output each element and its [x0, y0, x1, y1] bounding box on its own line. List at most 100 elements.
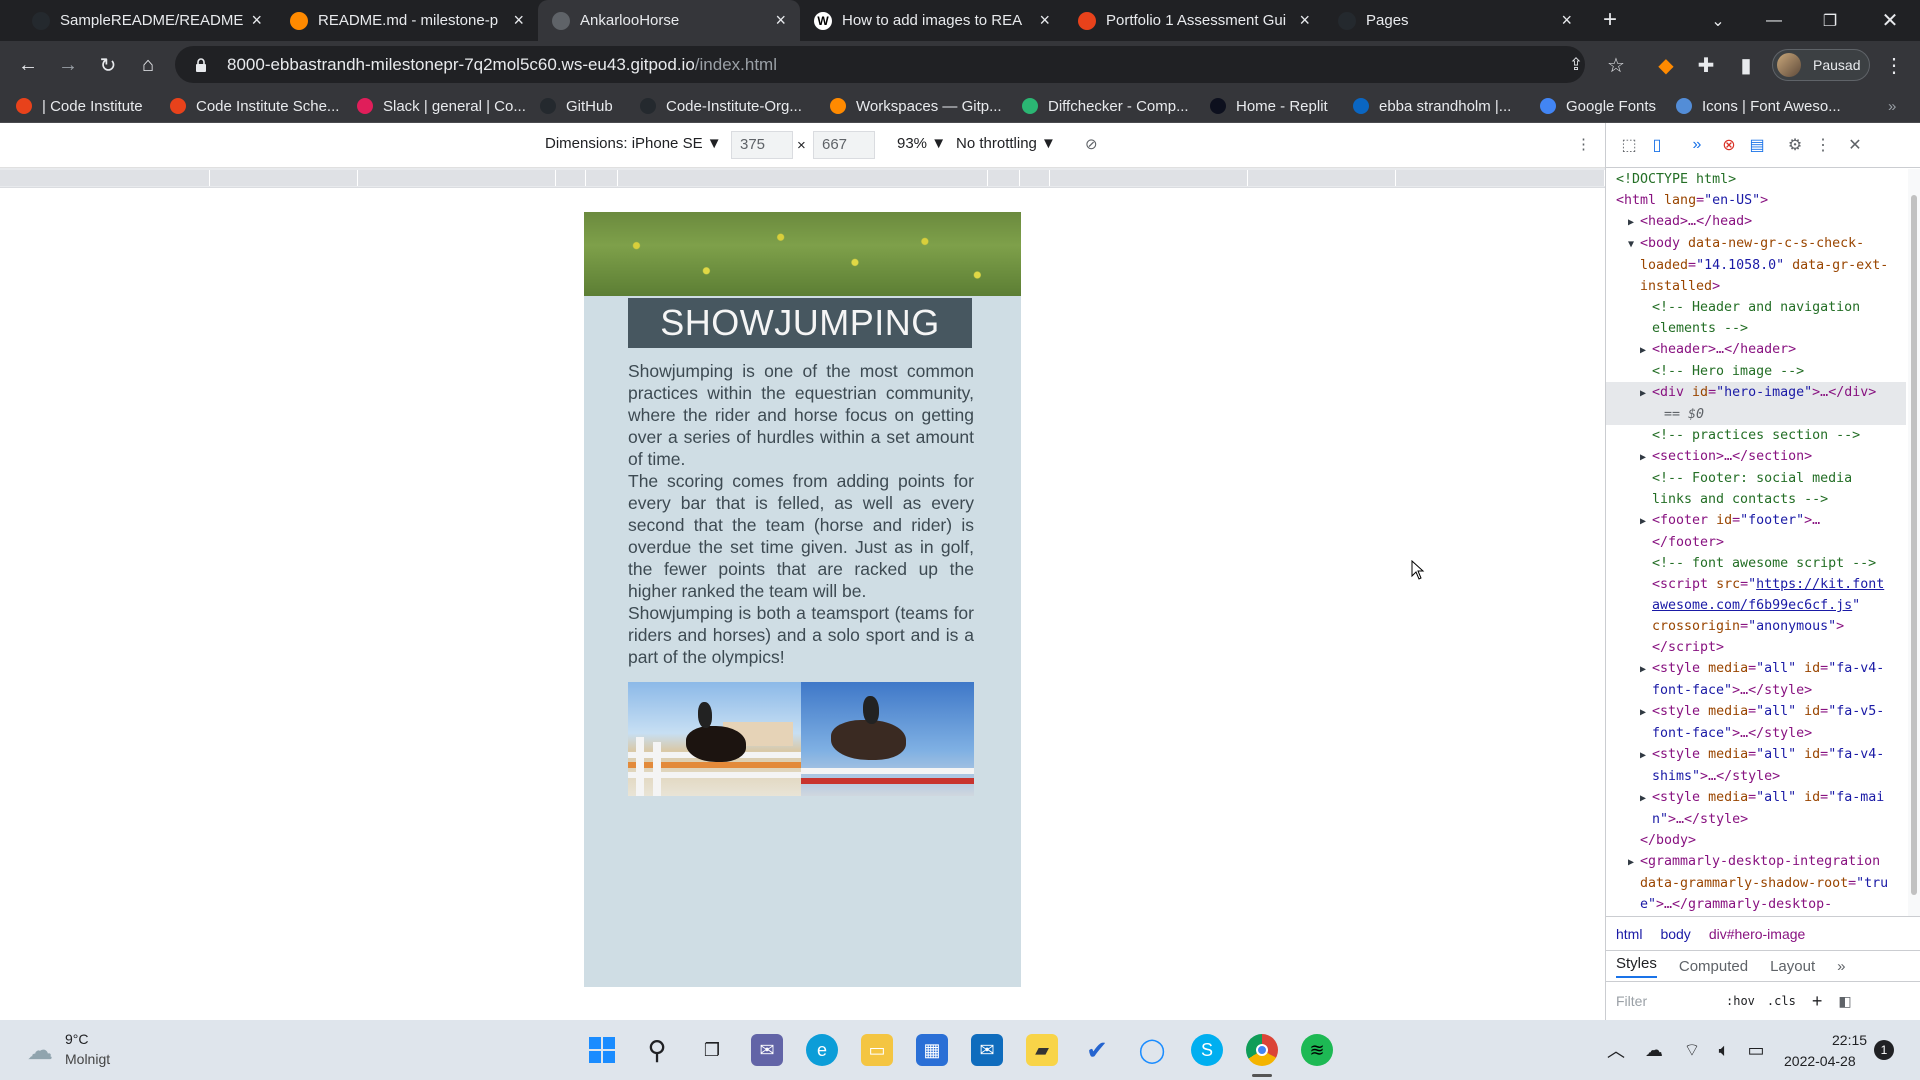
bookmark-item[interactable]: Diffchecker - Comp... — [1022, 95, 1189, 117]
tab-styles[interactable]: Styles — [1616, 955, 1657, 978]
close-tab-icon[interactable]: × — [775, 10, 786, 31]
dom-node-line[interactable]: n">…</style> — [1606, 809, 1906, 830]
profile-button[interactable]: Pausad — [1772, 49, 1870, 81]
new-style-rule-button[interactable]: + — [1812, 991, 1823, 1012]
home-icon[interactable]: ⌂ — [134, 51, 162, 79]
tab-more[interactable]: » — [1837, 958, 1845, 975]
dom-node-line[interactable]: ▶ <grammarly-desktop-integration — [1606, 851, 1906, 873]
dom-node-line[interactable]: <script src="https://kit.font — [1606, 574, 1906, 595]
file-explorer-icon[interactable]: ▭ — [861, 1034, 893, 1066]
back-icon[interactable]: ← — [14, 51, 42, 79]
spotify-icon[interactable]: ≋ — [1301, 1034, 1333, 1066]
tab-layout[interactable]: Layout — [1770, 958, 1815, 975]
lock-icon[interactable] — [195, 57, 207, 72]
bookmark-item[interactable]: Google Fonts — [1540, 95, 1656, 117]
dom-node-line[interactable]: elements --> — [1606, 318, 1906, 339]
devtools-menu-icon[interactable]: ⋮ — [1812, 134, 1834, 156]
elements-dom-tree[interactable]: <!DOCTYPE html> <html lang="en-US"> ▶ <head… — [1606, 169, 1906, 916]
dom-node-line[interactable]: <html lang="en-US"> — [1606, 190, 1906, 211]
share-icon[interactable]: ⇪ — [1562, 51, 1590, 79]
toggle-sidebar-icon[interactable]: ◧ — [1838, 993, 1851, 1010]
dom-tree-scrollbar[interactable] — [1908, 169, 1920, 916]
todo-icon[interactable]: ✔ — [1081, 1034, 1113, 1066]
dom-node-line[interactable]: installed> — [1606, 276, 1906, 297]
dom-node-line[interactable]: <!-- Header and navigation — [1606, 297, 1906, 318]
weather-cloud-icon[interactable]: ☁ — [24, 1034, 56, 1066]
url-text[interactable]: 8000-ebbastrandh-milestonepr-7q2mol5c60.… — [227, 55, 777, 75]
tab-1[interactable]: SampleREADME/README.r × — [18, 0, 276, 41]
close-devtools-icon[interactable]: ✕ — [1844, 134, 1866, 156]
bookmark-item[interactable]: Code-Institute-Org... — [640, 95, 802, 117]
tab-2[interactable]: README.md - milestone-p × — [276, 0, 538, 41]
close-tab-icon[interactable]: × — [1561, 10, 1572, 31]
styles-filter-input[interactable]: Filter — [1616, 993, 1726, 1009]
dom-node-line[interactable]: <!-- practices section --> — [1606, 425, 1906, 446]
dom-node-line[interactable]: <!-- Hero image --> — [1606, 361, 1906, 382]
skype-icon[interactable]: S — [1191, 1034, 1223, 1066]
breadcrumb-body[interactable]: body — [1660, 926, 1690, 942]
maximize-button[interactable]: ❐ — [1802, 0, 1858, 41]
reload-icon[interactable]: ↻ — [94, 51, 122, 79]
bookmark-item[interactable]: Slack | general | Co... — [357, 95, 526, 117]
tray-overflow-icon[interactable]: ︿ — [1600, 1034, 1632, 1066]
sticky-notes-icon[interactable]: ▰ — [1026, 1034, 1058, 1066]
side-panel-icon[interactable]: ▮ — [1732, 51, 1760, 79]
bookmark-item[interactable]: | Code Institute — [16, 95, 143, 117]
dom-node-line[interactable]: </footer> — [1606, 532, 1906, 553]
dom-node-line[interactable]: ▼ <body data-new-gr-c-s-check- — [1606, 233, 1906, 255]
tab-6[interactable]: Pages × — [1324, 0, 1586, 41]
close-tab-icon[interactable]: × — [513, 10, 524, 31]
clock-time[interactable]: 22:15 — [1832, 1032, 1867, 1048]
dom-node-line[interactable]: font-face">…</style> — [1606, 680, 1906, 701]
dom-node-line[interactable]: crossorigin="anonymous"> — [1606, 616, 1906, 637]
edge-icon[interactable]: e — [806, 1034, 838, 1066]
dom-node-line[interactable]: ▶ <section>…</section> — [1606, 446, 1906, 468]
notification-badge[interactable]: 1 — [1874, 1040, 1894, 1060]
dom-node-line[interactable]: ▶ <head>…</head> — [1606, 211, 1906, 233]
dom-node-line[interactable]: loaded="14.1058.0" data-gr-ext- — [1606, 255, 1906, 276]
minimize-button[interactable]: — — [1746, 0, 1802, 41]
more-panels-icon[interactable]: » — [1686, 134, 1708, 156]
bookmark-item[interactable]: Home - Replit — [1210, 95, 1328, 117]
bookmark-item[interactable]: ebba strandholm |... — [1353, 95, 1511, 117]
dom-node-line[interactable]: <!-- Footer: social media — [1606, 468, 1906, 489]
dom-node-line[interactable]: ▶ <header>…</header> — [1606, 339, 1906, 361]
inspect-element-icon[interactable]: ⬚ — [1618, 134, 1640, 156]
dom-node-line[interactable]: </body> — [1606, 830, 1906, 851]
messenger-icon[interactable]: ◯ — [1136, 1034, 1168, 1066]
close-tab-icon[interactable]: × — [1299, 10, 1310, 31]
onedrive-icon[interactable]: ☁ — [1638, 1034, 1670, 1066]
clock-date[interactable]: 2022-04-28 — [1784, 1053, 1856, 1069]
start-icon[interactable] — [586, 1034, 618, 1066]
cls-toggle[interactable]: .cls — [1767, 994, 1796, 1008]
dom-node-line[interactable]: shims">…</style> — [1606, 766, 1906, 787]
dom-node-line[interactable]: ▶ <style media="all" id="fa-v4- — [1606, 658, 1906, 680]
tab-computed[interactable]: Computed — [1679, 958, 1748, 975]
tab-search-button[interactable]: ⌄ — [1690, 0, 1746, 41]
dom-node-line[interactable]: <!DOCTYPE html> — [1606, 169, 1906, 190]
breadcrumb-html[interactable]: html — [1616, 926, 1642, 942]
dom-node-line[interactable]: ▶ <style media="all" id="fa-mai — [1606, 787, 1906, 809]
bookmark-item[interactable]: GitHub — [540, 95, 613, 117]
mail-icon[interactable]: ✉ — [971, 1034, 1003, 1066]
microsoft-store-icon[interactable]: ▦ — [916, 1034, 948, 1066]
close-tab-icon[interactable]: × — [251, 10, 262, 31]
dom-node-line[interactable]: data-grammarly-shadow-root="tru — [1606, 873, 1906, 894]
device-height-input[interactable]: 667 — [813, 131, 875, 159]
dom-node-line[interactable]: ▶ <style media="all" id="fa-v4- — [1606, 744, 1906, 766]
extensions-icon[interactable]: ✚ — [1692, 51, 1720, 79]
zoom-select[interactable]: 93% ▼ — [897, 135, 946, 152]
search-icon[interactable]: ⚲ — [641, 1034, 673, 1066]
breadcrumb-hero-image[interactable]: div#hero-image — [1709, 926, 1806, 942]
close-tab-icon[interactable]: × — [1039, 10, 1050, 31]
dom-node-line[interactable]: <!-- font awesome script --> — [1606, 553, 1906, 574]
hov-toggle[interactable]: :hov — [1726, 994, 1755, 1008]
bookmark-item[interactable]: Workspaces — Gitp... — [830, 95, 1002, 117]
rotate-icon[interactable]: ⊘ — [1085, 135, 1098, 153]
bookmark-item[interactable]: Code Institute Sche... — [170, 95, 339, 117]
new-tab-button[interactable]: + — [1596, 6, 1624, 34]
bookmark-star-icon[interactable]: ☆ — [1602, 51, 1630, 79]
media-query-ruler[interactable] — [0, 168, 1605, 188]
wifi-icon[interactable]: ⌔ — [1676, 1034, 1708, 1066]
dom-node-line[interactable]: e">…</grammarly-desktop- — [1606, 894, 1906, 915]
